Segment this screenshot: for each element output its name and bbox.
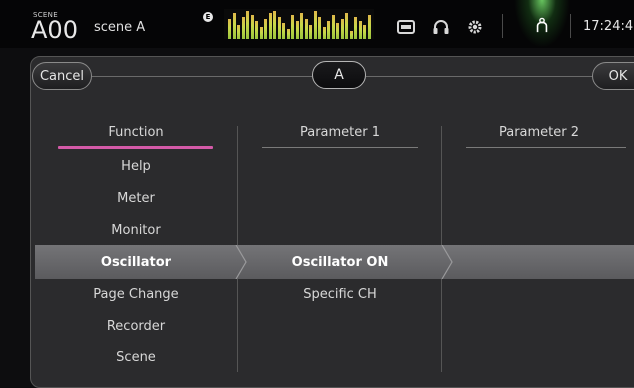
function-item-meter[interactable]: Meter	[38, 191, 234, 206]
meter-bar	[331, 15, 335, 39]
meter-bar	[228, 19, 231, 39]
chevron-right-icon	[441, 245, 453, 279]
function-column-header: Function	[108, 125, 164, 140]
headphones-icon[interactable]	[432, 19, 450, 35]
separator	[502, 14, 503, 38]
scene-number[interactable]: A00	[31, 18, 78, 42]
function-item-help[interactable]: Help	[38, 159, 234, 174]
meter-bar	[259, 27, 263, 39]
header-divider-left	[92, 76, 312, 77]
meter-bar	[268, 13, 272, 39]
function-item-page-change[interactable]: Page Change	[38, 287, 234, 302]
edit-badge: E	[203, 12, 213, 22]
clock: 17:24:4	[583, 19, 634, 34]
param1-item-oscillator-on[interactable]: Oscillator ON	[240, 255, 440, 270]
function-assign-panel	[30, 56, 634, 388]
meter-bar	[250, 15, 254, 39]
meter-bar	[313, 11, 317, 39]
meter-bar	[336, 23, 339, 39]
parameter1-column-header: Parameter 1	[299, 125, 381, 140]
meter-bar	[264, 19, 267, 39]
parameter1-header-underline	[262, 147, 418, 148]
param1-item-specific-ch[interactable]: Specific CH	[240, 287, 440, 302]
function-item-oscillator[interactable]: Oscillator	[38, 255, 234, 270]
meter-bar	[241, 17, 245, 39]
meter-bar	[358, 21, 362, 39]
level-meters[interactable]	[224, 9, 374, 39]
meter-bar	[327, 21, 330, 39]
meter-bar	[354, 17, 357, 39]
function-item-recorder[interactable]: Recorder	[38, 319, 234, 334]
meter-bar	[345, 13, 348, 39]
meter-bar	[340, 19, 344, 39]
user-icon[interactable]	[533, 17, 551, 33]
meter-bar	[282, 23, 285, 39]
meter-bar	[322, 27, 326, 39]
meter-bar	[273, 11, 276, 39]
status-bar: SCENE A00 scene A E 17:24:4	[0, 0, 634, 48]
meter-bar	[277, 17, 281, 39]
meter-bar	[349, 31, 353, 39]
separator	[570, 14, 571, 38]
function-item-scene[interactable]: Scene	[38, 350, 234, 365]
meter-bar	[286, 29, 290, 39]
gear-icon[interactable]	[466, 19, 484, 35]
function-item-monitor[interactable]: Monitor	[38, 223, 234, 238]
meter-bar	[363, 25, 366, 39]
meter-bar	[309, 25, 312, 39]
parameter2-header-underline	[466, 147, 626, 148]
function-header-underline	[58, 146, 213, 149]
parameter2-column-header: Parameter 2	[498, 125, 580, 140]
meter-bar	[304, 19, 308, 39]
meter-bar	[295, 21, 299, 39]
key-a-button[interactable]: A	[312, 61, 366, 89]
cancel-button[interactable]: Cancel	[32, 62, 92, 90]
scene-name[interactable]: scene A	[94, 20, 145, 35]
meter-bar	[318, 17, 321, 39]
ok-button[interactable]: OK	[592, 62, 634, 90]
meter-bar	[246, 11, 249, 39]
meter-bar	[367, 15, 371, 39]
recorder-icon[interactable]	[397, 19, 415, 35]
meter-bar	[300, 13, 303, 39]
meter-bar	[232, 13, 236, 39]
header-divider-right	[366, 76, 592, 77]
meter-bar	[255, 21, 258, 39]
meter-bar	[237, 25, 240, 39]
meter-bar	[291, 15, 294, 39]
